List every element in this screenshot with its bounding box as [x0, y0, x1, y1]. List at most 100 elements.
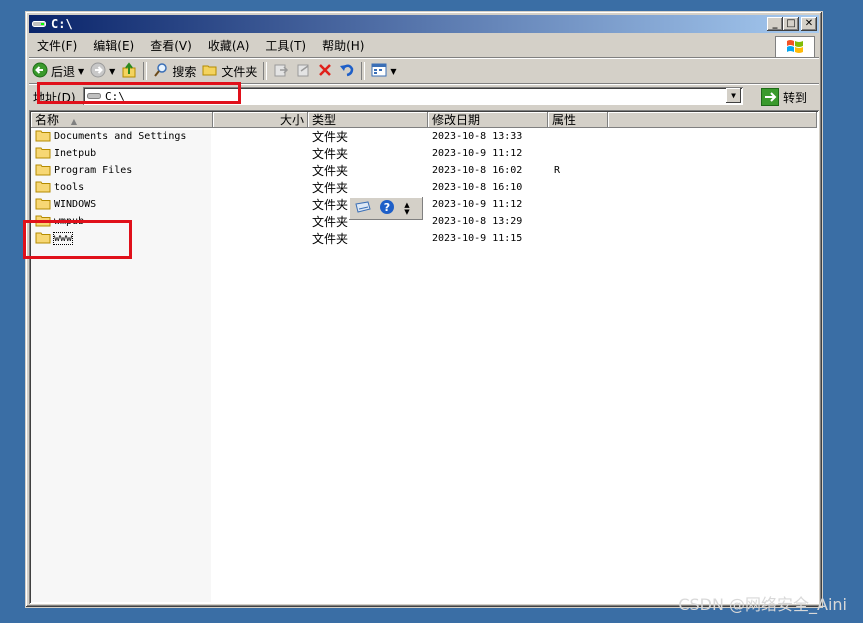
menu-tools[interactable]: 工具(T): [257, 35, 314, 57]
maximize-button[interactable]: □: [783, 17, 799, 31]
menu-edit[interactable]: 编辑(E): [85, 35, 142, 57]
folder-icon: [35, 180, 51, 196]
scanner-button[interactable]: [352, 200, 374, 218]
file-type: 文件夹: [312, 181, 349, 195]
windows-logo-icon: [775, 36, 815, 58]
up-folder-button[interactable]: [118, 60, 140, 82]
go-button[interactable]: 转到: [761, 87, 815, 107]
address-dropdown-icon[interactable]: ▼: [726, 88, 741, 103]
folder-icon: [35, 197, 51, 213]
drive-icon: [87, 92, 101, 100]
file-row[interactable]: Program Files 文件夹 2023-10-8 16:02 R: [31, 162, 817, 179]
menu-file[interactable]: 文件(F): [29, 35, 85, 57]
undo-icon: [339, 62, 355, 81]
standard-toolbar: 后退 ▼ ▼ 搜索 文件夹 ▼: [29, 59, 819, 84]
back-dropdown-icon[interactable]: ▼: [78, 67, 84, 76]
file-type: 文件夹: [312, 232, 349, 246]
up-folder-icon: [121, 61, 137, 81]
views-button[interactable]: ▼: [368, 60, 399, 82]
file-name: Inetpub: [54, 148, 97, 159]
file-type: 文件夹: [312, 130, 349, 144]
file-row[interactable]: WINDOWS 文件夹 2023-10-9 11:12: [31, 196, 817, 213]
column-header-modified[interactable]: 修改日期: [428, 112, 548, 128]
delete-x-icon: [317, 62, 333, 81]
sort-ascending-icon: ▲: [70, 117, 77, 126]
file-modified: 2023-10-8 13:33: [432, 131, 523, 142]
address-input[interactable]: C:\ ▼: [83, 87, 743, 105]
file-row[interactable]: tools 文件夹 2023-10-8 16:10: [31, 179, 817, 196]
back-arrow-icon: [32, 62, 48, 81]
file-type: 文件夹: [312, 164, 349, 178]
column-header-type[interactable]: 类型: [308, 112, 428, 128]
copy-to-icon: [295, 62, 311, 81]
help-question-icon: ?: [379, 199, 395, 218]
scanner-icon: [354, 200, 372, 217]
file-rows: Documents and Settings 文件夹 2023-10-8 13:…: [31, 128, 817, 247]
search-icon: [153, 62, 169, 81]
watermark: CSDN @网络安全_Aini: [678, 595, 847, 614]
menu-view[interactable]: 查看(V): [142, 35, 200, 57]
back-label: 后退: [51, 64, 76, 79]
minimize-icon: _: [772, 18, 778, 29]
move-to-button[interactable]: [270, 60, 292, 82]
minimize-button[interactable]: _: [767, 17, 783, 31]
column-attributes-label: 属性: [552, 113, 577, 127]
folder-open-icon: [202, 63, 218, 80]
forward-button[interactable]: ▼: [87, 60, 118, 82]
menu-favorites[interactable]: 收藏(A): [200, 35, 258, 57]
file-modified: 2023-10-8 16:02: [432, 165, 523, 176]
column-size-label: 大小: [279, 113, 304, 127]
toolbar-options-icon[interactable]: ▲ ▼: [400, 199, 414, 218]
help-button[interactable]: ?: [376, 200, 398, 218]
folder-icon: [35, 163, 51, 179]
column-header-name[interactable]: 名称 ▲: [31, 112, 213, 128]
folder-icon: [35, 129, 51, 145]
go-arrow-icon: [761, 88, 779, 106]
folder-icon: [35, 214, 51, 230]
column-header-attributes[interactable]: 属性: [548, 112, 608, 128]
file-name: Program Files: [54, 165, 133, 176]
column-type-label: 类型: [312, 113, 337, 127]
undo-button[interactable]: [336, 60, 358, 82]
views-dropdown-icon[interactable]: ▼: [390, 67, 396, 76]
folders-button[interactable]: 文件夹: [199, 60, 260, 82]
file-modified: 2023-10-9 11:12: [432, 148, 523, 159]
toolbar-separator: [263, 62, 268, 80]
file-row[interactable]: Documents and Settings 文件夹 2023-10-8 13:…: [31, 128, 817, 145]
drive-icon: [32, 18, 48, 30]
file-modified: 2023-10-8 13:29: [432, 216, 523, 227]
file-modified: 2023-10-9 11:12: [432, 199, 523, 210]
menu-help[interactable]: 帮助(H): [314, 35, 372, 57]
go-label: 转到: [783, 90, 808, 105]
forward-dropdown-icon[interactable]: ▼: [109, 67, 115, 76]
file-list-view[interactable]: 名称 ▲ 大小 类型 修改日期 属性 Documents and Setting…: [29, 110, 819, 604]
file-row[interactable]: Inetpub 文件夹 2023-10-9 11:12: [31, 145, 817, 162]
floating-toolbar: ? ▲ ▼: [349, 197, 423, 220]
file-name: www: [52, 232, 74, 245]
address-label: 地址(D): [33, 90, 76, 105]
file-name: tools: [54, 182, 85, 193]
title-bar[interactable]: C:\ _ □ ✕: [29, 15, 819, 33]
file-modified: 2023-10-8 16:10: [432, 182, 523, 193]
toolbar-separator: [143, 62, 148, 80]
column-modified-label: 修改日期: [432, 113, 481, 127]
views-grid-icon: [371, 63, 387, 80]
folder-icon: [35, 146, 51, 162]
address-value: C:\: [105, 89, 125, 103]
copy-to-button[interactable]: [292, 60, 314, 82]
delete-button[interactable]: [314, 60, 336, 82]
toolbar-separator: [361, 62, 366, 80]
column-header-size[interactable]: 大小: [213, 112, 308, 128]
back-button[interactable]: 后退 ▼: [29, 60, 87, 82]
column-headers: 名称 ▲ 大小 类型 修改日期 属性: [31, 112, 817, 128]
file-modified: 2023-10-9 11:15: [432, 233, 523, 244]
menu-bar: 文件(F) 编辑(E) 查看(V) 收藏(A) 工具(T) 帮助(H): [29, 35, 819, 58]
folders-label: 文件夹: [221, 64, 258, 79]
file-type: 文件夹: [312, 147, 349, 161]
maximize-icon: □: [786, 18, 796, 29]
close-button[interactable]: ✕: [801, 17, 817, 31]
file-row[interactable]: wmpub 文件夹 2023-10-8 13:29: [31, 213, 817, 230]
file-row[interactable]: www 文件夹 2023-10-9 11:15: [31, 230, 817, 247]
search-button[interactable]: 搜索: [150, 60, 199, 82]
column-header-filler: [608, 112, 817, 128]
